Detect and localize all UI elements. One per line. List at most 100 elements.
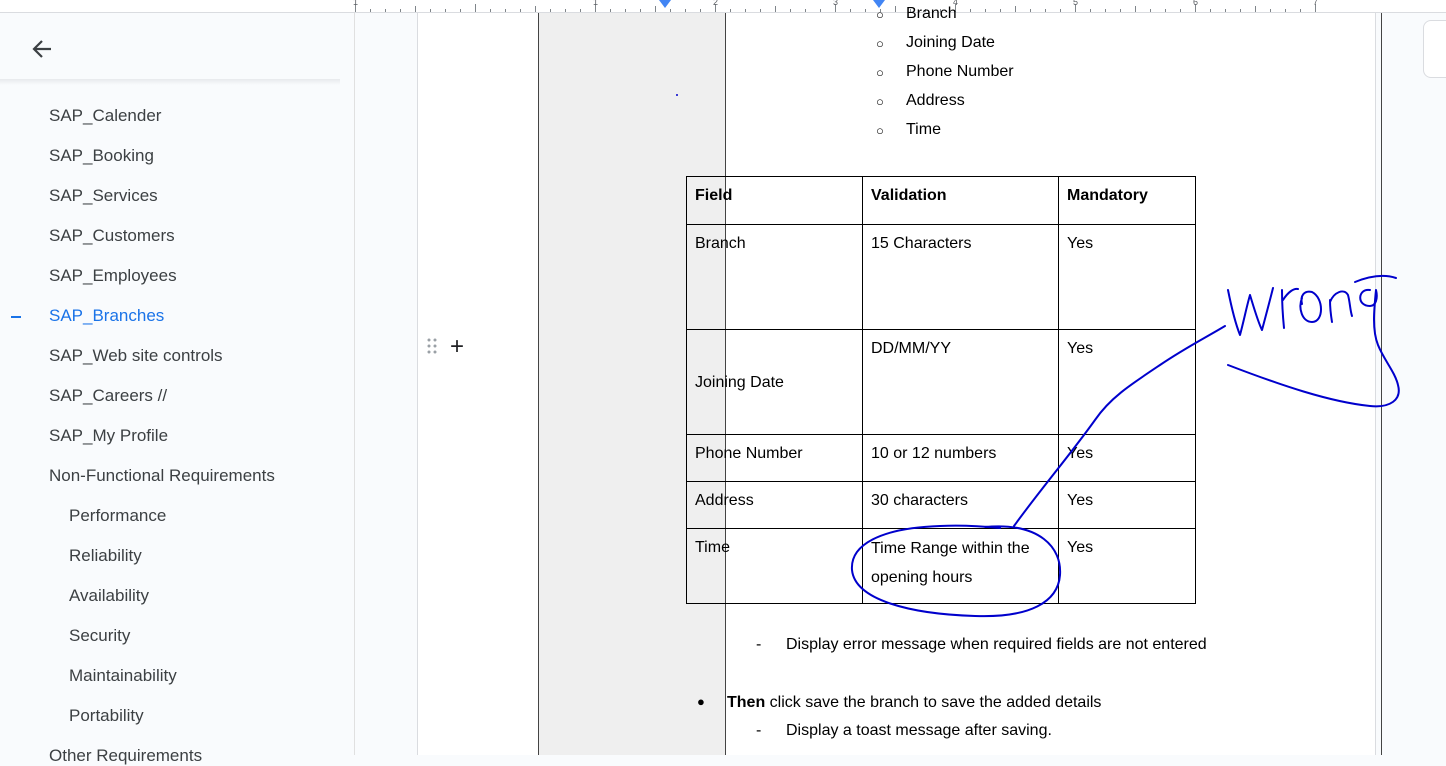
ruler-tick (730, 9, 731, 12)
ruler-tick (805, 9, 806, 12)
ruler-tick (1030, 9, 1031, 12)
ruler-tick (490, 9, 491, 12)
table-cell[interactable]: Time (686, 528, 863, 604)
ruler-number: 1 (353, 0, 359, 7)
header-mandatory: Mandatory (1058, 176, 1196, 225)
outline-item[interactable]: Non-Functional Requirements (49, 466, 275, 486)
circle-bullet-marker: ○ (876, 94, 884, 109)
outline-item[interactable]: Other Requirements (49, 746, 202, 766)
add-block-button[interactable]: + (450, 333, 464, 361)
ruler-tick (790, 9, 791, 12)
outline-item[interactable]: SAP_Careers // (49, 386, 167, 406)
sub-bullet-item[interactable]: Phone Number (906, 63, 1014, 81)
ruler-tick (1240, 9, 1241, 12)
table-row: Address 30 characters Yes (686, 481, 1196, 529)
dash-item-toast[interactable]: Display a toast message after saving. (786, 722, 1052, 740)
back-button[interactable] (26, 33, 58, 65)
circle-bullet-marker: ○ (876, 36, 884, 51)
table-row: Time Time Range within the opening hours… (686, 528, 1196, 604)
ruler-tick (850, 9, 851, 12)
table-cell[interactable]: Yes (1058, 528, 1196, 604)
ruler-number: 3 (833, 0, 839, 7)
bullet-rest-text: click save the branch to save the added … (765, 694, 1102, 711)
page-border-line (1381, 13, 1382, 755)
ruler-number: 6 (1193, 0, 1199, 7)
ruler-tick (550, 9, 551, 12)
outline-item[interactable]: Portability (69, 706, 144, 726)
table-cell[interactable]: Yes (1058, 481, 1196, 529)
ruler-number: 1 (593, 0, 599, 7)
table-cell[interactable]: Branch (686, 224, 863, 330)
left-indent-marker[interactable] (659, 0, 671, 8)
header-field: Field (686, 176, 863, 225)
ruler-tick (475, 4, 476, 12)
ruler-tick (685, 9, 686, 12)
table-cell[interactable]: Address (686, 481, 863, 529)
ruler-tick (535, 6, 536, 12)
bullet-bold-text: Then (727, 694, 766, 711)
drag-handle-icon[interactable] (427, 338, 437, 354)
circle-bullet-marker: ○ (876, 123, 884, 138)
ruler-tick (655, 6, 656, 12)
table-cell[interactable]: 10 or 12 numbers (862, 434, 1059, 482)
ruler-tick (1000, 9, 1001, 12)
ruler-tick (640, 9, 641, 12)
table-cell[interactable]: Yes (1058, 224, 1196, 330)
outline-item[interactable]: SAP_Employees (49, 266, 177, 286)
outline-item[interactable]: SAP_Services (49, 186, 158, 206)
document-outline-panel: SAP_Calender SAP_Booking SAP_Services SAP_C… (0, 13, 355, 765)
dash-item-error-message[interactable]: Display error message when required fiel… (786, 636, 1207, 654)
ruler-tick (895, 6, 896, 12)
table-header-row: Field Validation Mandatory (686, 176, 1196, 225)
table-cell[interactable]: Time Range within the opening hours (862, 528, 1059, 604)
outline-item[interactable]: SAP_Web site controls (49, 346, 223, 366)
sub-bullet-item[interactable]: Time (906, 121, 941, 139)
outline-item[interactable]: Security (69, 626, 130, 646)
ruler-tick (385, 9, 386, 12)
side-panel-toggle[interactable] (1423, 20, 1446, 78)
outline-item[interactable]: SAP_Booking (49, 146, 154, 166)
outline-item[interactable]: Maintainability (69, 666, 177, 686)
validation-table[interactable]: Field Validation Mandatory Branch 15 Cha… (686, 176, 1196, 604)
table-cell[interactable]: Joining Date (686, 329, 863, 435)
ruler-tick (1105, 9, 1106, 12)
table-cell[interactable]: 30 characters (862, 481, 1059, 529)
ruler-tick (1045, 9, 1046, 12)
ruler-tick (1150, 9, 1151, 12)
outline-item[interactable]: SAP_My Profile (49, 426, 168, 446)
sub-bullet-item[interactable]: Address (906, 92, 965, 110)
ruler-tick (970, 9, 971, 12)
ruler-number: 5 (1073, 0, 1079, 7)
outline-item[interactable]: Reliability (69, 546, 142, 566)
outline-item[interactable]: SAP_Branches (49, 306, 164, 326)
header-validation: Validation (862, 176, 1059, 225)
ruler-tick (520, 9, 521, 12)
dash-marker: - (756, 636, 762, 653)
outline-item[interactable]: SAP_Customers (49, 226, 175, 246)
outline-item[interactable]: SAP_Calender (49, 106, 161, 126)
horizontal-ruler[interactable]: 11234567 (0, 0, 1446, 13)
table-cell[interactable]: Yes (1058, 329, 1196, 435)
ruler-tick (1285, 9, 1286, 12)
bullet-item-save[interactable]: Then click save the branch to save the a… (727, 694, 1101, 712)
ruler-tick (1210, 9, 1211, 12)
ruler-tick (1180, 9, 1181, 12)
outline-item[interactable]: Availability (69, 586, 149, 606)
outline-item[interactable]: Performance (69, 506, 166, 526)
table-row: Joining Date DD/MM/YY Yes (686, 329, 1196, 435)
plus-icon: + (450, 333, 465, 360)
table-cell[interactable]: 15 Characters (862, 224, 1059, 330)
ruler-tick (1015, 6, 1016, 12)
ruler-tick (415, 6, 416, 12)
table-cell[interactable]: Phone Number (686, 434, 863, 482)
ruler-number: 2 (713, 0, 719, 7)
table-cell[interactable]: DD/MM/YY (862, 329, 1059, 435)
ruler-tick (865, 9, 866, 12)
table-cell[interactable]: Yes (1058, 434, 1196, 482)
ruler-tick (505, 9, 506, 12)
ruler-tick (445, 9, 446, 12)
outline-scroll-shadow (0, 79, 340, 85)
sub-bullet-item[interactable]: Branch (906, 5, 957, 23)
sub-bullet-item[interactable]: Joining Date (906, 34, 995, 52)
ruler-tick (775, 6, 776, 12)
